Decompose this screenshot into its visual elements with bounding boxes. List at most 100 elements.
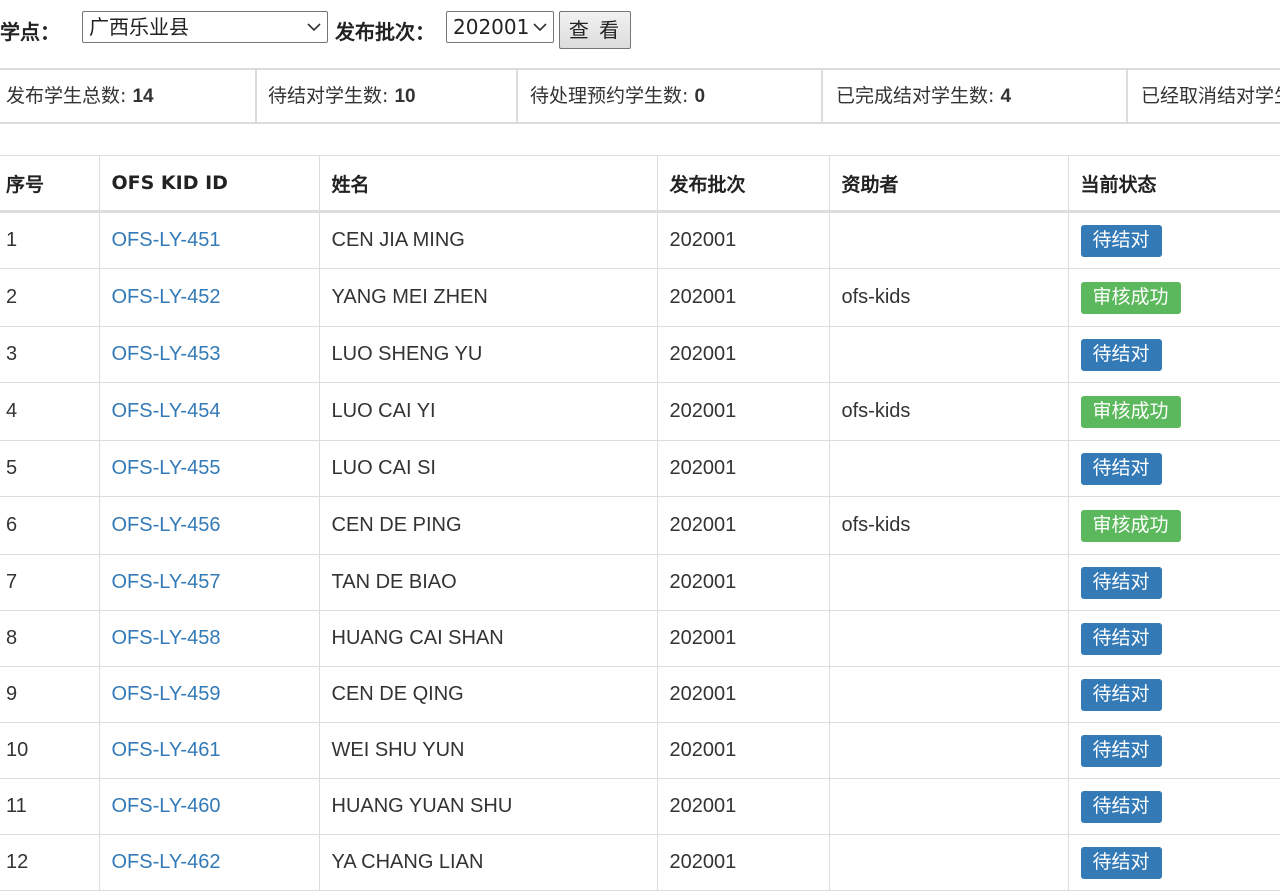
table-row: 8 OFS-LY-458 HUANG CAI SHAN 202001 待结对 xyxy=(0,610,1280,667)
stat-divider xyxy=(821,70,823,122)
cell-sponsor: ofs-kids xyxy=(828,382,1069,441)
stat-total-label: 发布学生总数: xyxy=(6,85,133,107)
cell-status: 待结对 xyxy=(1067,554,1280,611)
cell-batch: 202001 xyxy=(656,268,830,327)
cell-name: HUANG CAI SHAN xyxy=(318,610,658,667)
cell-kid-id: OFS-LY-461 xyxy=(98,722,320,779)
cell-index: 11 xyxy=(0,778,100,835)
cell-name: YANG MEI ZHEN xyxy=(318,268,658,327)
header-index: 序号 xyxy=(0,155,100,213)
cell-index: 8 xyxy=(0,610,100,667)
cell-kid-id: OFS-LY-454 xyxy=(98,382,320,441)
filter-bar: 助学点： 广西乐业县 发布批次： 202001 查 看 xyxy=(0,0,1280,60)
cell-status: 待结对 xyxy=(1067,610,1280,667)
cell-name: LUO CAI SI xyxy=(318,440,658,497)
kid-id-link[interactable]: OFS-LY-462 xyxy=(112,851,221,873)
cell-sponsor xyxy=(828,554,1069,611)
cell-batch: 202001 xyxy=(656,610,830,667)
cell-status: 待结对 xyxy=(1067,722,1280,779)
kid-id-link[interactable]: OFS-LY-461 xyxy=(112,739,221,761)
table-row: 5 OFS-LY-455 LUO CAI SI 202001 待结对 xyxy=(0,440,1280,497)
status-badge: 待结对 xyxy=(1080,338,1162,371)
cell-index: 12 xyxy=(0,834,100,891)
status-badge: 待结对 xyxy=(1080,734,1162,767)
kid-id-link[interactable]: OFS-LY-458 xyxy=(112,627,221,649)
table-row: 12 OFS-LY-462 YA CHANG LIAN 202001 待结对 xyxy=(0,834,1280,891)
status-badge: 待结对 xyxy=(1080,846,1162,879)
stat-total-value: 14 xyxy=(132,86,154,107)
table-row: 2 OFS-LY-452 YANG MEI ZHEN 202001 ofs-kids 审核… xyxy=(0,268,1280,327)
cell-name: LUO SHENG YU xyxy=(318,326,658,383)
cell-sponsor xyxy=(828,211,1069,269)
stat-reservation-value: 0 xyxy=(694,86,706,107)
view-button[interactable]: 查 看 xyxy=(559,11,631,49)
kid-id-link[interactable]: OFS-LY-453 xyxy=(112,343,221,365)
status-badge: 待结对 xyxy=(1080,622,1162,655)
batch-select[interactable]: 202001 xyxy=(446,11,554,43)
cell-sponsor xyxy=(828,666,1069,723)
kid-id-link[interactable]: OFS-LY-457 xyxy=(112,571,221,593)
batch-label: 发布批次： xyxy=(335,20,435,44)
kid-id-link[interactable]: OFS-LY-459 xyxy=(112,683,221,705)
kid-id-link[interactable]: OFS-LY-454 xyxy=(112,400,221,422)
cell-index: 7 xyxy=(0,554,100,611)
table-row: 10 OFS-LY-461 WEI SHU YUN 202001 待结对 xyxy=(0,722,1280,779)
kid-id-link[interactable]: OFS-LY-456 xyxy=(112,514,221,536)
table-row: 7 OFS-LY-457 TAN DE BIAO 202001 待结对 xyxy=(0,554,1280,611)
status-badge: 待结对 xyxy=(1080,790,1162,823)
status-badge: 待结对 xyxy=(1080,678,1162,711)
stat-pending-label: 待结对学生数: xyxy=(268,85,395,107)
kid-id-link[interactable]: OFS-LY-460 xyxy=(112,795,221,817)
status-badge: 审核成功 xyxy=(1080,509,1181,542)
header-name: 姓名 xyxy=(318,155,658,213)
site-select-value: 广西乐业县 xyxy=(89,15,189,39)
stat-pending-value: 10 xyxy=(394,86,416,107)
cell-name: CEN DE PING xyxy=(318,496,658,555)
cell-status: 待结对 xyxy=(1067,778,1280,835)
cell-index: 1 xyxy=(0,211,100,269)
stat-completed-label: 已完成结对学生数: xyxy=(836,85,1001,107)
cell-status: 审核成功 xyxy=(1067,268,1280,327)
status-badge: 待结对 xyxy=(1080,566,1162,599)
cell-batch: 202001 xyxy=(656,496,830,555)
header-sponsor: 资助者 xyxy=(828,155,1069,213)
students-table: 序号 OFS KID ID 姓名 发布批次 资助者 当前状态 1 OFS-LY-4… xyxy=(0,155,1280,891)
kid-id-link[interactable]: OFS-LY-452 xyxy=(112,286,221,308)
cell-sponsor: ofs-kids xyxy=(828,496,1069,555)
cell-batch: 202001 xyxy=(656,382,830,441)
header-kid-id: OFS KID ID xyxy=(98,155,320,213)
cell-kid-id: OFS-LY-462 xyxy=(98,834,320,891)
table-body: 1 OFS-LY-451 CEN JIA MING 202001 待结对 2 OFS-LY-… xyxy=(0,211,1280,891)
cell-batch: 202001 xyxy=(656,440,830,497)
stat-total: 发布学生总数: 14 xyxy=(0,70,255,122)
table-row: 9 OFS-LY-459 CEN DE QING 202001 待结对 xyxy=(0,666,1280,723)
cell-index: 9 xyxy=(0,666,100,723)
cell-name: CEN JIA MING xyxy=(318,211,658,269)
cell-sponsor xyxy=(828,440,1069,497)
header-status: 当前状态 xyxy=(1067,155,1280,213)
stat-divider xyxy=(1126,70,1128,122)
cell-sponsor xyxy=(828,778,1069,835)
cell-status: 待结对 xyxy=(1067,666,1280,723)
cell-status: 待结对 xyxy=(1067,211,1280,269)
site-select[interactable]: 广西乐业县 xyxy=(82,11,328,43)
cell-index: 4 xyxy=(0,382,100,441)
batch-select-value: 202001 xyxy=(453,15,530,39)
cell-kid-id: OFS-LY-453 xyxy=(98,326,320,383)
kid-id-link[interactable]: OFS-LY-451 xyxy=(112,229,221,251)
table-header-row: 序号 OFS KID ID 姓名 发布批次 资助者 当前状态 xyxy=(0,155,1280,213)
cell-kid-id: OFS-LY-456 xyxy=(98,496,320,555)
cell-name: LUO CAI YI xyxy=(318,382,658,441)
cell-name: CEN DE QING xyxy=(318,666,658,723)
cell-name: WEI SHU YUN xyxy=(318,722,658,779)
cell-kid-id: OFS-LY-459 xyxy=(98,666,320,723)
cell-name: YA CHANG LIAN xyxy=(318,834,658,891)
stat-divider xyxy=(255,70,257,122)
stat-divider xyxy=(516,70,518,122)
status-badge: 审核成功 xyxy=(1080,395,1181,428)
cell-batch: 202001 xyxy=(656,554,830,611)
cell-sponsor xyxy=(828,610,1069,667)
kid-id-link[interactable]: OFS-LY-455 xyxy=(112,457,221,479)
cell-kid-id: OFS-LY-451 xyxy=(98,211,320,269)
cell-batch: 202001 xyxy=(656,834,830,891)
